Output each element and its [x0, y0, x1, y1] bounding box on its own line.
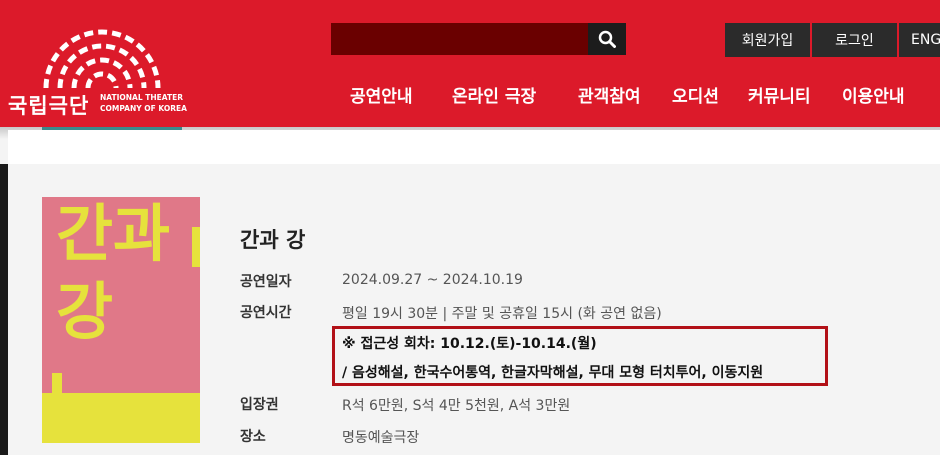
nav-audience[interactable]: 관객참여	[578, 82, 641, 107]
active-tab-indicator	[42, 127, 182, 130]
venue-value: 명동예술극장	[342, 430, 420, 446]
poster-title-line1: 간과	[56, 197, 171, 270]
nav-community[interactable]: 커뮤니티	[748, 82, 811, 107]
logo-english: NATIONAL THEATER COMPANY OF KOREA	[100, 92, 187, 114]
date-value: 2024.09.27 ~ 2024.10.19	[342, 272, 523, 288]
signup-button[interactable]: 회원가입	[725, 23, 810, 57]
ticket-value: R석 6만원, S석 4만 5천원, A석 3만원	[342, 398, 571, 414]
poster-title-line2: 강	[56, 275, 114, 348]
poster-stair-mark	[52, 373, 62, 393]
time-label: 공연시간	[240, 305, 292, 321]
logo-mark-icon	[43, 29, 161, 89]
page-edge	[0, 164, 8, 455]
logo-english-line1: NATIONAL THEATER	[100, 93, 184, 102]
ticket-label: 입장권	[240, 397, 279, 413]
accessibility-services: / 음성해설, 한국수어통역, 한글자막해설, 무대 모형 터치투어, 이동지원	[342, 365, 764, 381]
nav-performance-info[interactable]: 공연안내	[350, 82, 413, 107]
nav-online-theater[interactable]: 온라인 극장	[452, 82, 536, 107]
nav-guide[interactable]: 이용안내	[842, 82, 905, 107]
tab-strip	[8, 130, 940, 164]
show-title: 간과 강	[240, 228, 306, 252]
login-button[interactable]: 로그인	[812, 23, 897, 57]
site-header: 국립극단 NATIONAL THEATER COMPANY OF KOREA 회…	[0, 0, 940, 127]
accessibility-sessions: ※ 접근성 회차: 10.12.(토)-10.14.(월)	[342, 336, 597, 352]
logo-english-line2: COMPANY OF KOREA	[100, 104, 187, 113]
date-label: 공연일자	[240, 274, 292, 290]
venue-label: 장소	[240, 429, 266, 445]
search-button[interactable]	[588, 23, 626, 55]
poster-yellow-band	[42, 393, 200, 443]
language-eng-button[interactable]: ENG	[899, 23, 940, 57]
nav-audition[interactable]: 오디션	[672, 82, 719, 107]
time-value: 평일 19시 30분 | 주말 및 공휴일 15시 (화 공연 없음)	[342, 306, 662, 322]
poster-edge-mark	[192, 227, 200, 267]
logo[interactable]: 국립극단 NATIONAL THEATER COMPANY OF KOREA	[8, 14, 208, 118]
search-input[interactable]	[331, 23, 626, 55]
search-icon	[598, 30, 616, 48]
logo-korean: 국립극단	[8, 94, 90, 118]
show-poster[interactable]: 간과 강	[42, 197, 200, 443]
